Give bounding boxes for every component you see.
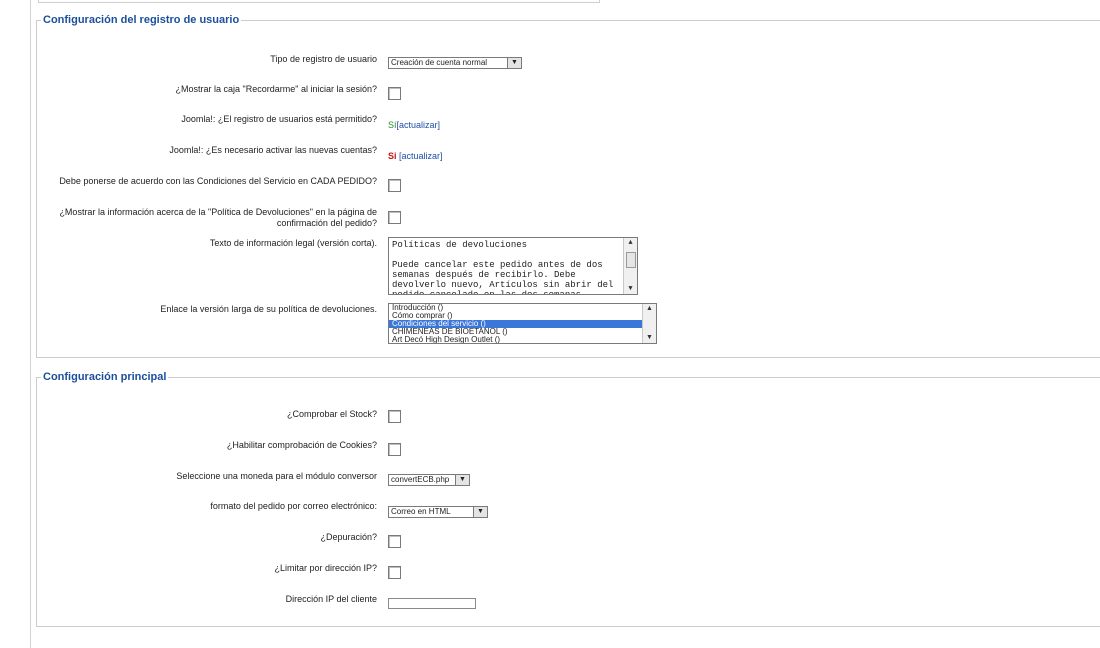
email-format-select[interactable]: Correo en HTML ▼ bbox=[388, 506, 488, 518]
row-currency-module: Seleccione una moneda para el módulo con… bbox=[37, 471, 1097, 486]
email-format-label: formato del pedido por correo electrónic… bbox=[210, 501, 377, 511]
currency-module-label: Seleccione una moneda para el módulo con… bbox=[176, 471, 377, 481]
check-stock-checkbox[interactable] bbox=[388, 410, 401, 423]
section-title-user-registration: Configuración del registro de usuario bbox=[43, 14, 240, 26]
chevron-down-icon: ▼ bbox=[473, 507, 487, 517]
registration-allowed-label: Joomla!: ¿El registro de usuarios está p… bbox=[181, 114, 377, 124]
registration-allowed-status: Sí[actualizar] bbox=[388, 120, 440, 130]
scroll-up-icon[interactable]: ▲ bbox=[643, 304, 656, 314]
activation-required-status: Si [actualizar] bbox=[388, 151, 443, 161]
section-title-main-config: Configuración principal bbox=[43, 371, 167, 383]
previous-section-box bbox=[38, 0, 600, 3]
limit-ip-checkbox[interactable] bbox=[388, 566, 401, 579]
email-format-value: Correo en HTML bbox=[391, 507, 451, 516]
textarea-scrollbar[interactable]: ▲ ▼ bbox=[623, 238, 637, 294]
scroll-up-icon[interactable]: ▲ bbox=[624, 238, 637, 248]
client-ip-input[interactable] bbox=[388, 598, 476, 609]
agree-tos-checkbox[interactable] bbox=[388, 179, 401, 192]
agree-tos-label: Debe ponerse de acuerdo con las Condicio… bbox=[59, 176, 377, 186]
registration-update-link[interactable]: [actualizar] bbox=[397, 120, 441, 130]
remember-me-checkbox[interactable] bbox=[388, 87, 401, 100]
activation-required-value: Si bbox=[388, 151, 397, 161]
row-return-policy-link: Enlace la versión larga de su política d… bbox=[37, 303, 1097, 345]
check-stock-label: ¿Comprobar el Stock? bbox=[286, 409, 377, 419]
chevron-down-icon: ▼ bbox=[507, 58, 521, 68]
listbox-scrollbar[interactable]: ▲ ▼ bbox=[642, 304, 656, 343]
activation-required-label: Joomla!: ¿Es necesario activar las nueva… bbox=[169, 145, 377, 155]
show-return-policy-label: ¿Mostrar la información acerca de la "Po… bbox=[0, 207, 377, 229]
return-policy-listbox[interactable]: Introducción () Cómo comprar () Condicio… bbox=[388, 303, 657, 344]
scroll-down-icon[interactable]: ▼ bbox=[643, 333, 656, 343]
registration-type-select[interactable]: Creación de cuenta normal ▼ bbox=[388, 57, 522, 69]
currency-module-select[interactable]: convertECB.php ▼ bbox=[388, 474, 470, 486]
registration-type-label: Tipo de registro de usuario bbox=[270, 54, 377, 64]
left-border-line bbox=[30, 0, 31, 648]
registration-allowed-value: Sí bbox=[388, 120, 397, 130]
return-policy-link-label: Enlace la versión larga de su política d… bbox=[160, 304, 377, 314]
remember-me-label: ¿Mostrar la caja "Recordarme" al iniciar… bbox=[175, 84, 377, 94]
legal-info-text: Políticas de devoluciones Puede cancelar… bbox=[392, 240, 614, 295]
row-registration-type: Tipo de registro de usuario Creación de … bbox=[37, 54, 1097, 69]
activation-update-link[interactable]: [actualizar] bbox=[399, 151, 443, 161]
row-email-format: formato del pedido por correo electrónic… bbox=[37, 501, 1097, 518]
user-registration-fieldset: Configuración del registro de usuario Ti… bbox=[36, 14, 1100, 358]
legal-info-textarea[interactable]: Políticas de devoluciones Puede cancelar… bbox=[388, 237, 638, 295]
scroll-thumb[interactable] bbox=[626, 252, 636, 268]
debug-label: ¿Depuración? bbox=[320, 532, 377, 542]
client-ip-label: Dirección IP del cliente bbox=[285, 594, 377, 604]
show-return-policy-label-line2: confirmación del pedido? bbox=[276, 218, 377, 228]
row-legal-info: Texto de información legal (versión cort… bbox=[37, 237, 1097, 296]
debug-checkbox[interactable] bbox=[388, 535, 401, 548]
main-config-fieldset: Configuración principal ¿Comprobar el St… bbox=[36, 371, 1100, 627]
cookie-check-label: ¿Habilitar comprobación de Cookies? bbox=[226, 440, 377, 450]
show-return-policy-checkbox[interactable] bbox=[388, 211, 401, 224]
legal-info-label: Texto de información legal (versión cort… bbox=[209, 238, 377, 248]
currency-module-value: convertECB.php bbox=[391, 475, 450, 484]
chevron-down-icon: ▼ bbox=[455, 475, 469, 485]
registration-type-value: Creación de cuenta normal bbox=[391, 58, 488, 67]
show-return-policy-label-line1: ¿Mostrar la información acerca de la "Po… bbox=[59, 207, 377, 217]
cookie-check-checkbox[interactable] bbox=[388, 443, 401, 456]
limit-ip-label: ¿Limitar por dirección IP? bbox=[274, 563, 377, 573]
list-item[interactable]: Art Decó High Design Outlet () bbox=[389, 336, 656, 344]
scroll-down-icon[interactable]: ▼ bbox=[624, 284, 637, 294]
